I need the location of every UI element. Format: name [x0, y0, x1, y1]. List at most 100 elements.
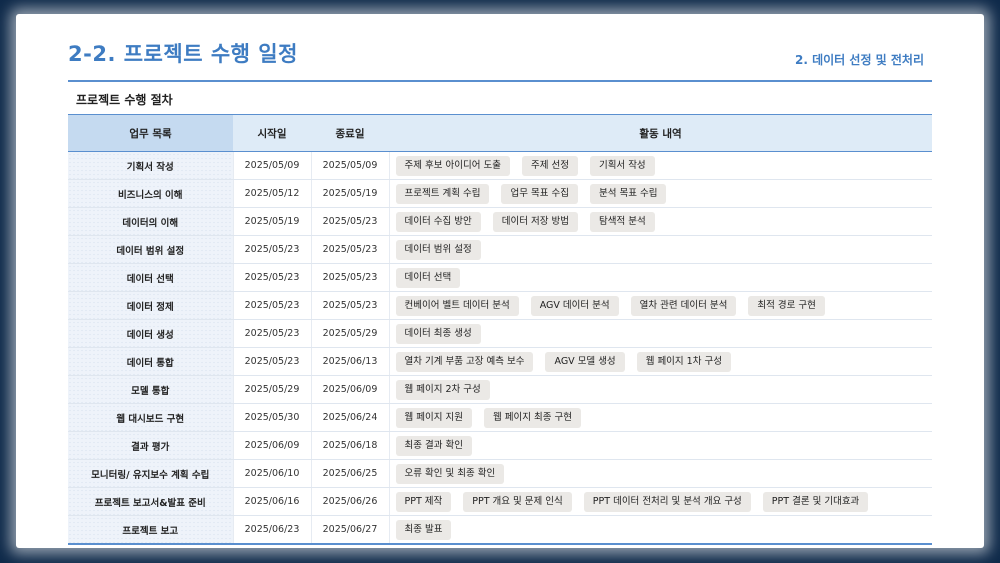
task-name: 모델 통합 — [68, 375, 233, 404]
activity-chip: 업무 목표 수집 — [501, 183, 578, 204]
activity-list: 주제 후보 아이디어 도출 주제 선정 기획서 작성 — [388, 151, 932, 180]
table-row: 모니터링/ 유지보수 계획 수립 2025/06/10 2025/06/25 오류 확… — [68, 459, 932, 488]
end-date: 2025/05/29 — [310, 319, 389, 348]
table-row: 데이터 생성 2025/05/23 2025/05/29 데이터 최종 생성 — [68, 319, 932, 348]
end-date: 2025/05/19 — [310, 179, 389, 208]
end-date: 2025/06/18 — [310, 431, 389, 460]
activity-chip: AGV 데이터 분석 — [530, 295, 619, 316]
start-date: 2025/05/23 — [232, 347, 311, 376]
task-name: 프로젝트 보고서&발표 준비 — [68, 487, 233, 516]
slide: 2-2. 프로젝트 수행 일정 2. 데이터 선정 및 전처리 프로젝트 수행 … — [16, 14, 984, 548]
activity-chip: PPT 데이터 전처리 및 분석 개요 구성 — [583, 491, 751, 512]
activity-chip: 분석 목표 수립 — [589, 183, 667, 204]
end-date: 2025/06/25 — [310, 459, 389, 488]
activity-chip: 웹 페이지 1차 구성 — [636, 351, 731, 372]
task-name: 결과 평가 — [68, 431, 233, 460]
start-date: 2025/05/30 — [232, 403, 311, 432]
section-label: 2. 데이터 선정 및 전처리 — [795, 53, 924, 67]
end-date: 2025/06/27 — [310, 515, 389, 545]
schedule-table: 업무 목록 시작일 종료일 활동 내역 기획서 작성 2025/05/09 2025… — [68, 114, 932, 545]
start-date: 2025/05/23 — [232, 263, 311, 292]
activity-chip: 최적 경로 구현 — [748, 295, 825, 316]
activity-chip: 데이터 수집 방안 — [395, 211, 481, 232]
start-date: 2025/05/19 — [232, 207, 311, 236]
header-divider — [68, 80, 932, 82]
activity-chip: AGV 모델 생성 — [545, 351, 625, 372]
activity-chip: 웹 페이지 최종 구현 — [483, 407, 581, 428]
table-row: 데이터 정제 2025/05/23 2025/05/23 컨베이어 벨트 데이터 분석… — [68, 291, 932, 320]
activity-chip: 데이터 선택 — [395, 267, 461, 288]
activity-chip: PPT 제작 — [395, 491, 452, 512]
table-row: 데이터 범위 설정 2025/05/23 2025/05/23 데이터 범위 설정 — [68, 235, 932, 264]
activity-list: 웹 페이지 지원 웹 페이지 최종 구현 — [388, 403, 932, 432]
table-row: 웹 대시보드 구현 2025/05/30 2025/06/24 웹 페이지 지원 웹 페… — [68, 403, 932, 432]
activity-chip: 데이터 최종 생성 — [395, 323, 481, 344]
task-name: 데이터 정제 — [68, 291, 233, 320]
end-date: 2025/06/13 — [310, 347, 389, 376]
task-name: 모니터링/ 유지보수 계획 수립 — [68, 459, 233, 488]
activity-chip: 데이터 범위 설정 — [395, 239, 481, 260]
table-row: 데이터 통합 2025/05/23 2025/06/13 열차 기계 부품 고장 예측… — [68, 347, 932, 376]
activity-list: PPT 제작 PPT 개요 및 문제 인식 PPT 데이터 전처리 및 분석 개요 … — [388, 487, 932, 516]
task-name: 데이터 선택 — [68, 263, 233, 292]
end-date: 2025/05/09 — [310, 151, 389, 180]
task-name: 데이터 생성 — [68, 319, 233, 348]
activity-chip: PPT 결론 및 기대효과 — [762, 491, 869, 512]
activity-list: 컨베이어 벨트 데이터 분석 AGV 데이터 분석 열차 관련 데이터 분석 최적 경… — [388, 291, 932, 320]
end-date: 2025/05/23 — [310, 207, 389, 236]
table-row: 데이터 선택 2025/05/23 2025/05/23 데이터 선택 — [68, 263, 932, 292]
table-row: 프로젝트 보고 2025/06/23 2025/06/27 최종 발표 — [68, 515, 932, 545]
table-row: 비즈니스의 이해 2025/05/12 2025/05/19 프로젝트 계획 수립 업무… — [68, 179, 932, 208]
activity-list: 오류 확인 및 최종 확인 — [388, 459, 932, 488]
start-date: 2025/06/16 — [232, 487, 311, 516]
task-name: 웹 대시보드 구현 — [68, 403, 233, 432]
task-name: 프로젝트 보고 — [68, 515, 233, 545]
activity-chip: 기획서 작성 — [589, 155, 655, 176]
end-date: 2025/06/24 — [310, 403, 389, 432]
table-row: 모델 통합 2025/05/29 2025/06/09 웹 페이지 2차 구성 — [68, 375, 932, 404]
start-date: 2025/06/23 — [232, 515, 311, 545]
start-date: 2025/06/09 — [232, 431, 311, 460]
activity-list: 열차 기계 부품 고장 예측 보수 AGV 모델 생성 웹 페이지 1차 구성 — [388, 347, 932, 376]
activity-list: 데이터 최종 생성 — [388, 319, 932, 348]
activity-chip: 최종 발표 — [395, 519, 452, 540]
start-date: 2025/05/29 — [232, 375, 311, 404]
table-row: 데이터의 이해 2025/05/19 2025/05/23 데이터 수집 방안 데이터 … — [68, 207, 932, 236]
start-date: 2025/05/12 — [232, 179, 311, 208]
start-date: 2025/05/23 — [232, 235, 311, 264]
end-date: 2025/05/23 — [310, 235, 389, 264]
header-end: 종료일 — [311, 114, 389, 152]
activity-chip: PPT 개요 및 문제 인식 — [463, 491, 572, 512]
table-subtitle: 프로젝트 수행 절차 — [76, 93, 173, 107]
task-name: 비즈니스의 이해 — [68, 179, 233, 208]
activity-chip: 최종 결과 확인 — [395, 435, 472, 456]
table-row: 결과 평가 2025/06/09 2025/06/18 최종 결과 확인 — [68, 431, 932, 460]
end-date: 2025/05/23 — [310, 291, 389, 320]
start-date: 2025/06/10 — [232, 459, 311, 488]
table-header-row: 업무 목록 시작일 종료일 활동 내역 — [68, 114, 932, 152]
start-date: 2025/05/23 — [232, 291, 311, 320]
header-start: 시작일 — [233, 114, 311, 152]
end-date: 2025/05/23 — [310, 263, 389, 292]
activity-chip: 주제 후보 아이디어 도출 — [395, 155, 510, 176]
start-date: 2025/05/23 — [232, 319, 311, 348]
table-row: 프로젝트 보고서&발표 준비 2025/06/16 2025/06/26 PPT 제작… — [68, 487, 932, 516]
end-date: 2025/06/09 — [310, 375, 389, 404]
task-name: 데이터 통합 — [68, 347, 233, 376]
header-task: 업무 목록 — [68, 114, 233, 152]
activity-chip: 주제 선정 — [521, 155, 578, 176]
activity-chip: 열차 관련 데이터 분석 — [630, 295, 737, 316]
activity-list: 데이터 수집 방안 데이터 저장 방법 탐색적 분석 — [388, 207, 932, 236]
activity-list: 웹 페이지 2차 구성 — [388, 375, 932, 404]
task-name: 데이터 범위 설정 — [68, 235, 233, 264]
activity-list: 데이터 범위 설정 — [388, 235, 932, 264]
activity-list: 최종 발표 — [388, 515, 932, 545]
activity-chip: 열차 기계 부품 고장 예측 보수 — [395, 351, 534, 372]
activity-chip: 컨베이어 벨트 데이터 분석 — [395, 295, 519, 316]
activity-list: 프로젝트 계획 수립 업무 목표 수집 분석 목표 수립 — [388, 179, 932, 208]
activity-chip: 프로젝트 계획 수립 — [395, 183, 490, 204]
activity-list: 최종 결과 확인 — [388, 431, 932, 460]
table-row: 기획서 작성 2025/05/09 2025/05/09 주제 후보 아이디어 도출 주… — [68, 151, 932, 180]
activity-chip: 웹 페이지 2차 구성 — [395, 379, 490, 400]
header-activities: 활동 내역 — [389, 114, 932, 152]
